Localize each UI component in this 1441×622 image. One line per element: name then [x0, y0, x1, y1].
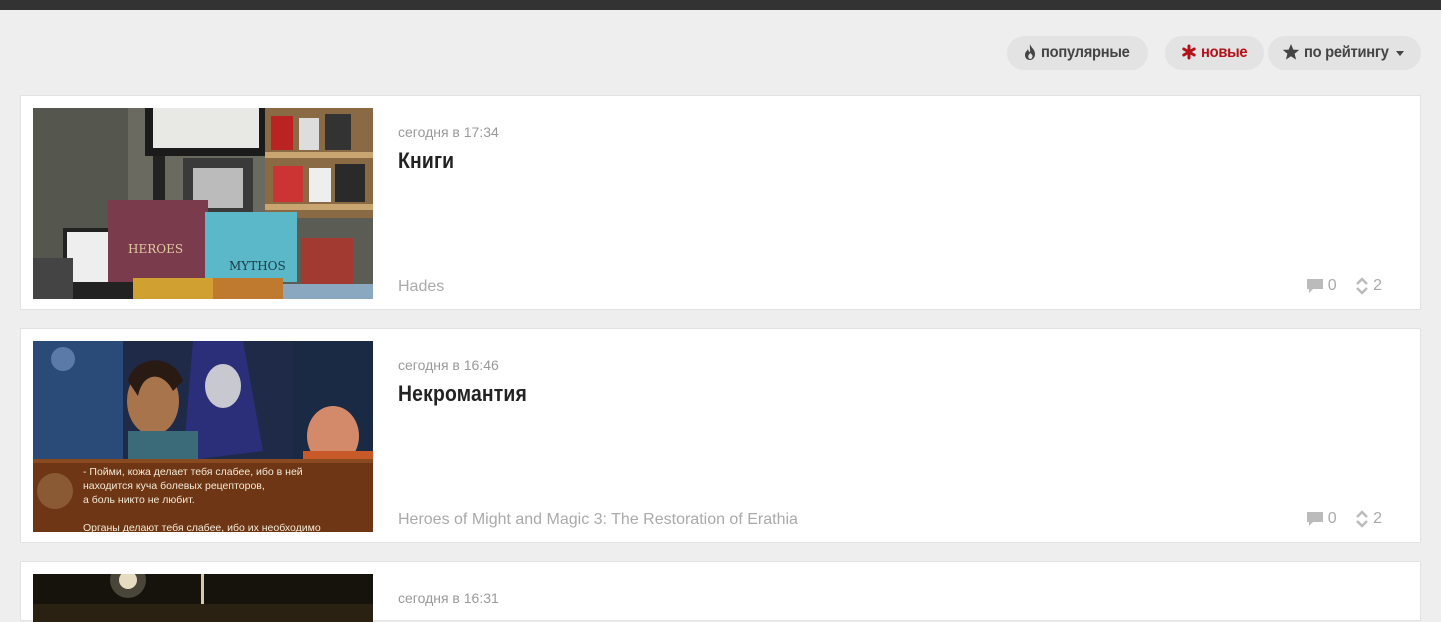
comment-icon — [1306, 511, 1323, 526]
comments-count[interactable]: 0 — [1306, 510, 1337, 528]
post-stats: 0 2 — [1292, 276, 1382, 296]
post-title[interactable]: Некромантия — [398, 381, 527, 407]
book-cover-text: MYTHOS — [229, 259, 286, 273]
sort-popular-label: популярные — [1041, 44, 1130, 61]
star-icon — [1282, 43, 1300, 60]
post-card: сегодня в 16:31 — [20, 561, 1421, 622]
sort-new-label: новые — [1201, 44, 1248, 61]
chevron-down-icon — [1396, 50, 1405, 56]
rating-count[interactable]: 2 — [1355, 276, 1382, 296]
post-date: сегодня в 17:34 — [398, 124, 499, 140]
comments-value: 0 — [1327, 276, 1337, 294]
post-thumbnail[interactable] — [33, 574, 373, 622]
rating-count[interactable]: 2 — [1355, 509, 1382, 529]
caption-line: находится куча болевых рецепторов, — [83, 480, 265, 492]
top-bar — [0, 0, 1441, 10]
post-title[interactable]: Книги — [398, 148, 454, 174]
sort-rating-button[interactable]: по рейтингу — [1268, 36, 1421, 70]
updown-arrows-icon — [1356, 510, 1368, 528]
updown-arrows-icon — [1356, 277, 1368, 295]
caption-line: а боль никто не любит. — [83, 494, 195, 506]
comment-icon — [1306, 278, 1323, 293]
post-tag[interactable]: Hades — [398, 278, 444, 296]
rating-value: 2 — [1373, 277, 1382, 294]
caption-line: Органы делают тебя слабее, ибо их необхо… — [83, 522, 321, 532]
sort-bar: популярные новые по рейтингу — [0, 36, 1441, 72]
flame-icon — [1025, 43, 1035, 60]
post-date: сегодня в 16:31 — [398, 590, 499, 606]
post-card: HEROES MYTHOS сегодня в 17:34 Книги Hade… — [20, 95, 1421, 310]
book-cover-text: HEROES — [128, 242, 183, 256]
comments-value: 0 — [1327, 509, 1337, 527]
post-date: сегодня в 16:46 — [398, 357, 499, 373]
post-thumbnail[interactable]: - Пойми, кожа делает тебя слабее, ибо в … — [33, 341, 373, 532]
post-tag[interactable]: Heroes of Might and Magic 3: The Restora… — [398, 511, 798, 529]
post-card: - Пойми, кожа делает тебя слабее, ибо в … — [20, 328, 1421, 543]
sort-new-button[interactable]: новые — [1165, 36, 1264, 70]
asterisk-icon — [1182, 44, 1196, 59]
post-stats: 0 2 — [1292, 509, 1382, 529]
comments-count[interactable]: 0 — [1306, 277, 1337, 295]
post-thumbnail[interactable]: HEROES MYTHOS — [33, 108, 373, 299]
sort-popular-button[interactable]: популярные — [1007, 36, 1148, 70]
caption-line: - Пойми, кожа делает тебя слабее, ибо в … — [83, 466, 303, 478]
rating-value: 2 — [1373, 510, 1382, 527]
sort-rating-label: по рейтингу — [1304, 44, 1389, 61]
